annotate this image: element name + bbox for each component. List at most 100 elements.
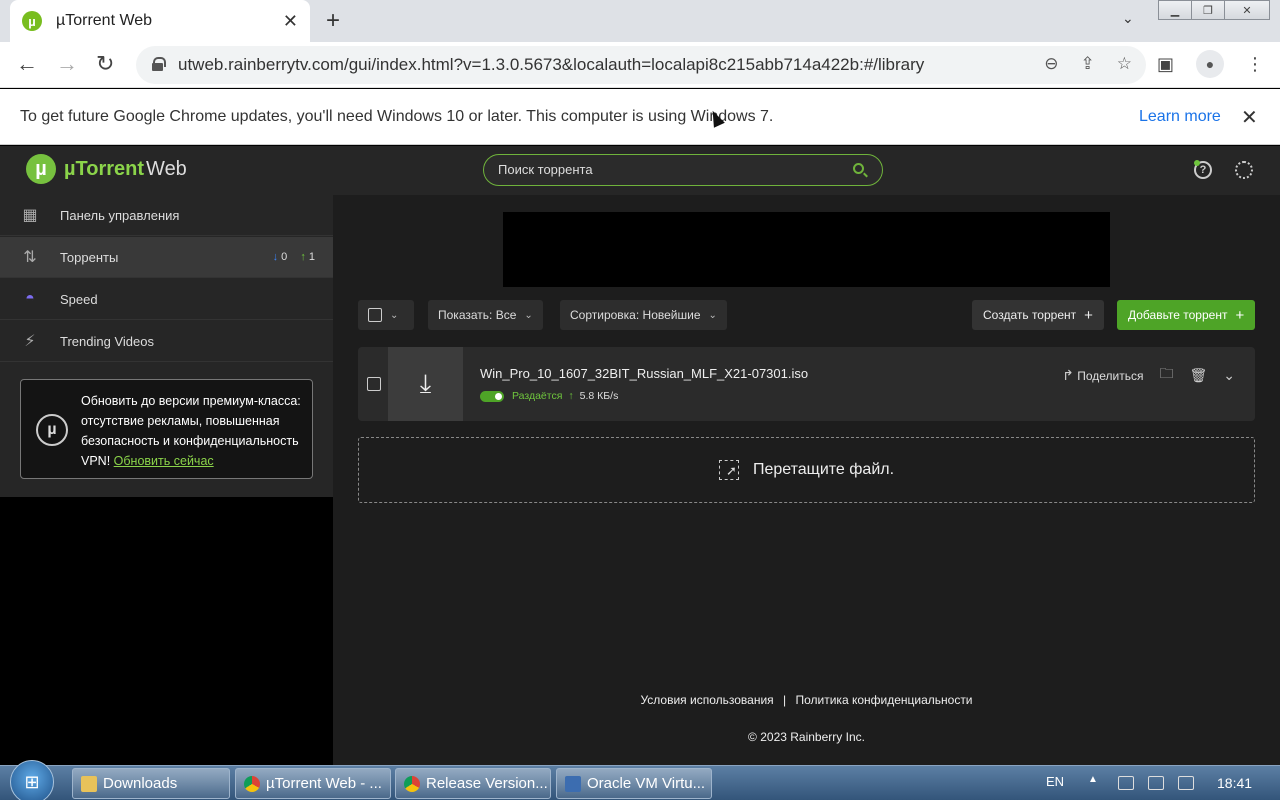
omnibox-actions: ⊖ ⇪ ☆	[1044, 54, 1132, 74]
bookmark-star-icon[interactable]: ☆	[1117, 54, 1132, 74]
chrome-menu-icon[interactable]: ⋮	[1246, 54, 1264, 75]
zoom-out-icon[interactable]: ⊖	[1044, 54, 1058, 74]
clock[interactable]: 18:41	[1217, 775, 1252, 791]
share-icon[interactable]: ⇪	[1081, 54, 1095, 74]
torrent-counts: ↓ 0 ↑ 1	[273, 251, 315, 263]
sidebar-item-speed[interactable]: ◓ Speed	[0, 279, 333, 320]
lightning-icon: ⚡	[24, 333, 36, 350]
action-center-flag-icon[interactable]	[1118, 776, 1134, 790]
torrent-row-checkbox[interactable]	[367, 377, 381, 391]
sidebar-item-torrents[interactable]: ⇅ Торренты ↓ 0 ↑ 1	[0, 237, 333, 278]
taskbar-item-downloads[interactable]: Downloads	[72, 768, 230, 799]
taskbar-item-label: Downloads	[103, 775, 178, 792]
footer-separator: |	[783, 693, 787, 707]
show-filter-label: Показать:	[438, 308, 493, 322]
torrent-row[interactable]: ⤓ Win_Pro_10_1607_32BIT_Russian_MLF_X21-…	[358, 347, 1255, 421]
logo-suffix: Web	[146, 157, 187, 180]
plus-icon: +	[1084, 306, 1093, 324]
torrent-name[interactable]: Win_Pro_10_1607_32BIT_Russian_MLF_X21-07…	[480, 366, 808, 381]
add-torrent-button[interactable]: Добавьте торрент +	[1117, 300, 1256, 330]
utorrent-logo-icon: µ	[26, 154, 56, 184]
download-arrow-icon[interactable]: ⤓	[388, 347, 463, 421]
browser-tab-strip: µ µTorrent Web ✕ + ⌄ ▁ ❐ ✕	[0, 0, 1280, 42]
tab-close-icon[interactable]: ✕	[283, 11, 298, 32]
file-drop-zone[interactable]: Перетащите файл.	[358, 437, 1255, 503]
search-input[interactable]	[498, 162, 838, 177]
show-filter-dropdown[interactable]: Показать: Все ⌄	[428, 300, 543, 330]
restore-button[interactable]: ❐	[1191, 0, 1225, 20]
create-torrent-label: Создать торрент	[983, 308, 1077, 322]
download-count: 0	[281, 251, 288, 263]
torrent-row-actions: ↱ Поделиться 🗀 🗑 ⌄	[1062, 363, 1235, 387]
sidebar-item-trending-videos[interactable]: ⚡ Trending Videos	[0, 321, 333, 362]
tray-expand-icon[interactable]: ▲	[1088, 774, 1098, 785]
profile-avatar-icon[interactable]: ●	[1196, 50, 1224, 78]
taskbar-item-label: Oracle VM Virtu...	[587, 775, 706, 792]
settings-gear-icon[interactable]	[1235, 161, 1253, 179]
main-content: ⌄ Показать: Все ⌄ Сортировка: Новейшие ⌄…	[333, 195, 1280, 765]
sidebar-item-label: Speed	[60, 291, 98, 307]
back-arrow-icon[interactable]: ←	[16, 52, 38, 76]
lock-icon[interactable]	[152, 57, 166, 71]
terms-link[interactable]: Условия использования	[640, 693, 773, 707]
side-panel-icon[interactable]: ▣	[1157, 54, 1174, 75]
upgrade-now-link[interactable]: Обновить сейчас	[114, 454, 214, 468]
new-tab-button[interactable]: +	[326, 8, 340, 34]
seeding-toggle[interactable]	[480, 390, 504, 402]
premium-promo: µ Обновить до версии премиум-класса: отс…	[20, 379, 313, 479]
show-filter-value: Все	[495, 308, 517, 322]
trash-icon[interactable]: 🗑	[1189, 367, 1207, 384]
upload-arrow-icon: ↑	[300, 251, 306, 263]
dashboard-icon: ▦	[22, 207, 38, 224]
privacy-link[interactable]: Политика конфиденциальности	[795, 693, 972, 707]
address-bar[interactable]: utweb.rainberrytv.com/gui/index.html?v=1…	[136, 46, 1146, 84]
toolbar-right: ▣ ● ⋮	[1157, 50, 1264, 78]
forward-arrow-icon[interactable]: →	[56, 52, 78, 76]
windows-taskbar: ⊞ Downloads µTorrent Web - ... Release V…	[0, 760, 1280, 800]
taskbar-item-virtualbox[interactable]: Oracle VM Virtu...	[556, 768, 712, 799]
taskbar-item-utorrent[interactable]: µTorrent Web - ...	[235, 768, 391, 799]
select-all-dropdown[interactable]: ⌄	[358, 300, 414, 330]
taskbar-item-label: Release Version...	[426, 775, 548, 792]
utorrent-logo[interactable]: µ µTorrent Web	[26, 154, 187, 184]
infobar-close-icon[interactable]: ✕	[1241, 105, 1258, 130]
browser-tab-utorrent[interactable]: µ µTorrent Web ✕	[10, 0, 310, 42]
volume-icon[interactable]	[1178, 776, 1194, 790]
upload-speed: 5.8 КБ/s	[579, 390, 619, 402]
windows-start-button[interactable]: ⊞	[10, 760, 54, 800]
drop-zone-text: Перетащите файл.	[752, 461, 895, 478]
taskbar-item-release-version[interactable]: Release Version...	[395, 768, 551, 799]
folder-icon[interactable]: 🗀	[1159, 363, 1173, 387]
app-header: µ µTorrent Web ?	[0, 146, 1280, 195]
select-all-checkbox[interactable]	[368, 308, 382, 322]
chevron-down-icon[interactable]: ⌄	[1223, 367, 1235, 384]
upload-count: 1	[308, 251, 315, 263]
chrome-icon	[404, 775, 420, 792]
sort-dropdown[interactable]: Сортировка: Новейшие ⌄	[560, 300, 727, 330]
transfer-arrows-icon: ⇅	[23, 249, 37, 266]
download-arrow-icon: ↓	[272, 251, 279, 263]
sidebar-item-dashboard[interactable]: ▦ Панель управления	[0, 195, 333, 236]
language-indicator[interactable]: EN	[1046, 774, 1064, 789]
logo-brand: µTorrent	[64, 157, 145, 180]
chevron-down-icon: ⌄	[708, 309, 717, 321]
window-close-button[interactable]: ✕	[1224, 0, 1270, 20]
url-text[interactable]: utweb.rainberrytv.com/gui/index.html?v=1…	[178, 55, 924, 75]
network-icon[interactable]	[1148, 776, 1164, 790]
share-button[interactable]: ↱ Поделиться	[1062, 367, 1143, 384]
sort-label: Сортировка:	[570, 308, 640, 322]
reload-icon[interactable]: ↻	[96, 52, 114, 76]
chevron-down-icon: ⌄	[390, 309, 399, 321]
tab-search-chevron-icon[interactable]: ⌄	[1122, 10, 1134, 27]
search-icon[interactable]	[853, 163, 864, 174]
chevron-down-icon: ⌄	[524, 309, 533, 321]
minimize-button[interactable]: ▁	[1158, 0, 1192, 20]
update-infobar: To get future Google Chrome updates, you…	[0, 89, 1280, 145]
tab-title: µTorrent Web	[56, 12, 153, 29]
torrent-search[interactable]	[483, 154, 883, 186]
learn-more-link[interactable]: Learn more	[1139, 108, 1221, 126]
create-torrent-button[interactable]: Создать торрент +	[972, 300, 1104, 330]
plus-icon: +	[1235, 306, 1245, 324]
add-torrent-label: Добавьте торрент	[1128, 308, 1228, 322]
share-label: Поделиться	[1077, 368, 1144, 383]
